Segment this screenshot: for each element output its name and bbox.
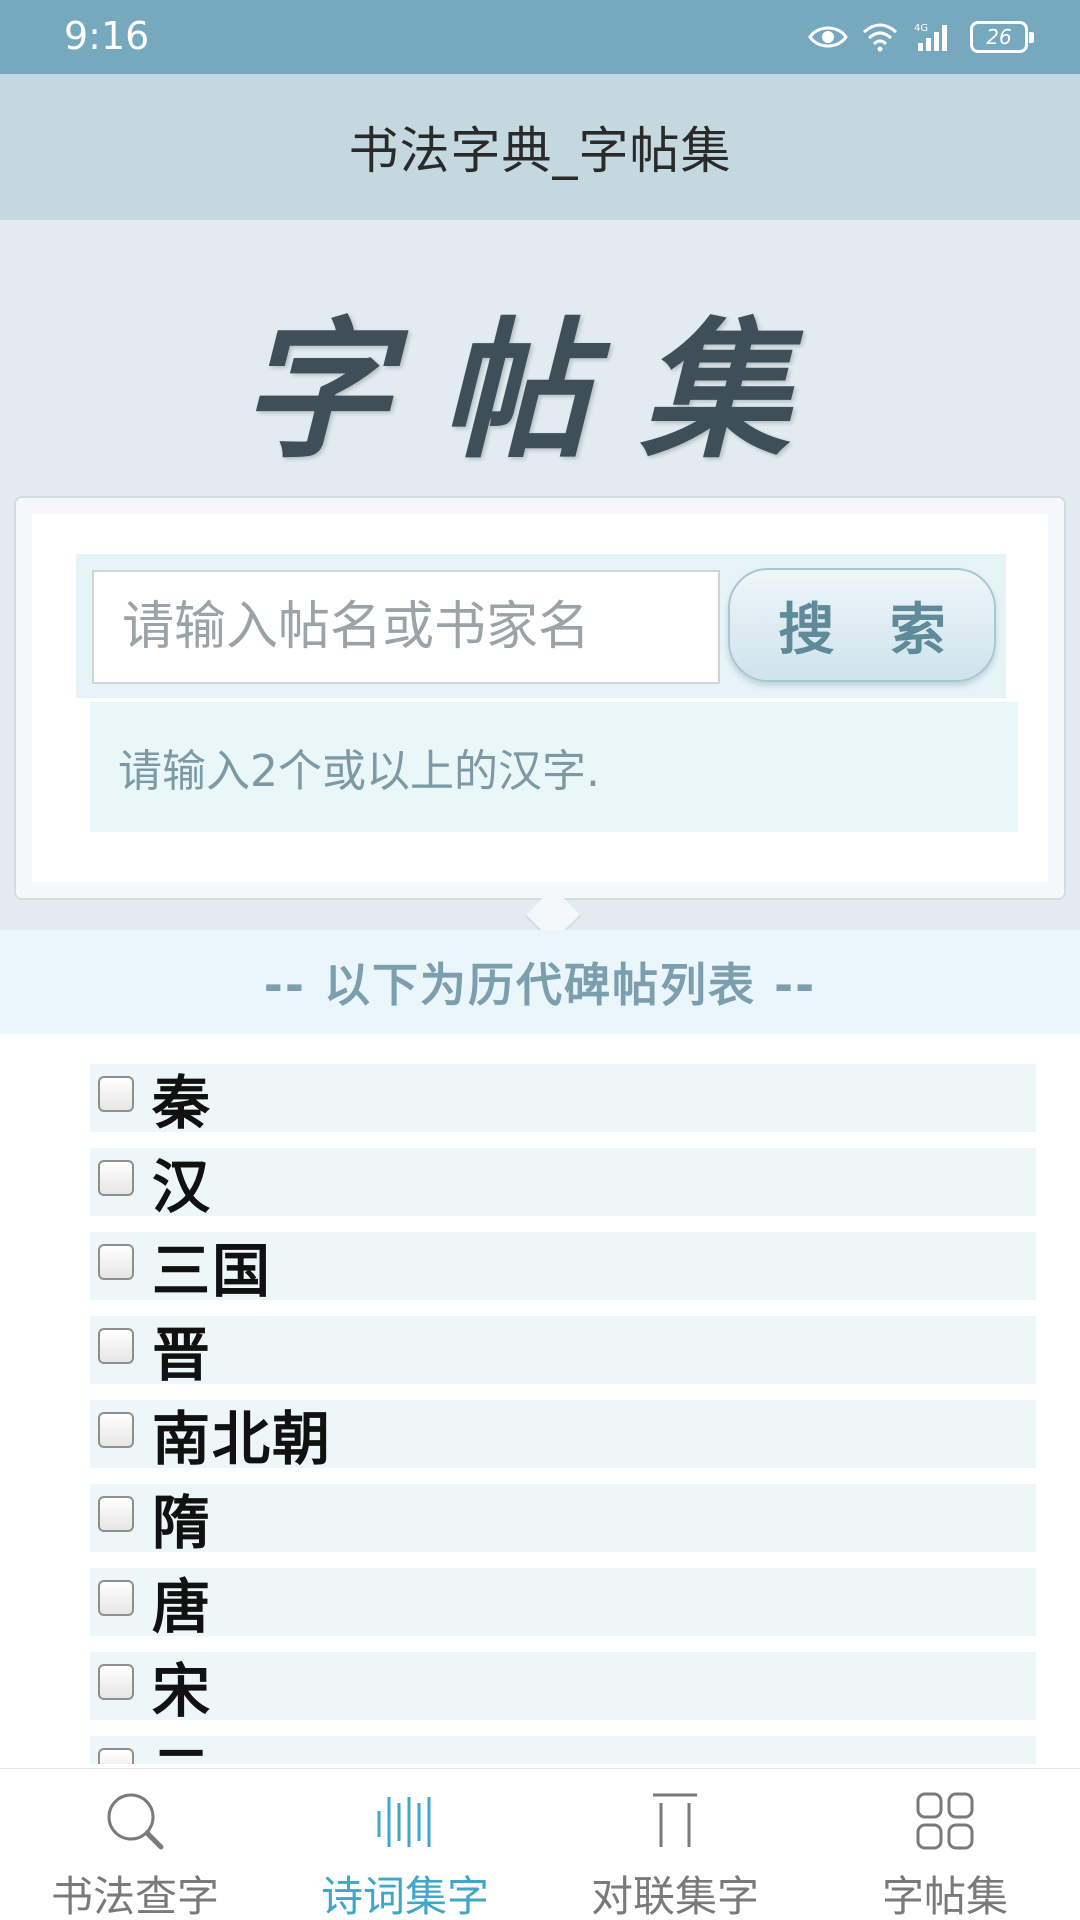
battery-level: 26 <box>986 25 1012 49</box>
list-item[interactable]: 晋 <box>90 1316 1036 1389</box>
search-icon <box>103 1789 167 1853</box>
poem-icon <box>373 1789 437 1853</box>
search-hint: 请输入2个或以上的汉字. <box>90 702 1018 832</box>
status-bar: 9:16 4G 26 <box>0 0 1080 74</box>
nav-label: 书法查字 <box>50 1872 219 1920</box>
list-item-label: 元 <box>152 1728 212 1764</box>
checkbox[interactable] <box>98 1748 134 1764</box>
list-item-label: 晋 <box>152 1321 213 1389</box>
app-logo: 字帖集 <box>239 303 840 479</box>
list-heading-bar: -- 以下为历代碑帖列表 -- <box>0 930 1080 1034</box>
checkbox[interactable] <box>98 1664 134 1700</box>
nav-item-search[interactable]: 书法查字 <box>0 1769 270 1920</box>
list-item[interactable]: 隋 <box>90 1484 1036 1557</box>
page-title: 书法字典_字帖集 <box>348 122 732 180</box>
checkbox[interactable] <box>98 1160 134 1196</box>
battery-icon: 26 <box>970 21 1034 53</box>
list-item-label: 三国 <box>152 1237 273 1305</box>
bottom-nav: 书法查字 诗词集字 对联集字 字帖集 <box>0 1768 1080 1920</box>
banner: 字帖集 搜 索 请输入2个或以上的汉字. <box>0 220 1080 945</box>
list-item-label: 南北朝 <box>152 1405 333 1473</box>
search-input[interactable] <box>92 570 720 684</box>
checkbox[interactable] <box>98 1076 134 1112</box>
list-item-label: 汉 <box>152 1153 213 1221</box>
app-header: 书法字典_字帖集 <box>0 74 1080 220</box>
couplet-icon <box>643 1789 707 1853</box>
search-row: 搜 索 <box>76 554 1006 698</box>
list-item[interactable]: 汉 <box>90 1148 1036 1221</box>
list-item-label: 唐 <box>152 1573 213 1641</box>
nav-label: 对联集字 <box>590 1872 759 1920</box>
status-time: 9:16 <box>64 14 150 58</box>
signal-icon: 4G <box>912 21 956 53</box>
list-item[interactable]: 元 <box>90 1736 1036 1764</box>
status-icons: 4G 26 <box>808 16 1034 58</box>
list-item[interactable]: 秦 <box>90 1064 1036 1137</box>
dynasty-list: 秦 汉 三国 晋 南北朝 隋 唐 宋 元 <box>90 1064 1036 1764</box>
search-card: 搜 索 请输入2个或以上的汉字. <box>14 496 1066 900</box>
nav-item-poem[interactable]: 诗词集字 <box>270 1769 540 1920</box>
checkbox[interactable] <box>98 1496 134 1532</box>
list-item[interactable]: 唐 <box>90 1568 1036 1641</box>
checkbox[interactable] <box>98 1244 134 1280</box>
list-item-label: 宋 <box>152 1657 213 1725</box>
list-heading: -- 以下为历代碑帖列表 -- <box>263 958 817 1012</box>
network-type-label: 4G <box>914 23 928 34</box>
grid-icon <box>913 1789 977 1853</box>
nav-label: 诗词集字 <box>320 1872 489 1920</box>
checkbox[interactable] <box>98 1328 134 1364</box>
wifi-icon <box>862 22 898 52</box>
list-item-label: 秦 <box>152 1069 213 1137</box>
list-item[interactable]: 宋 <box>90 1652 1036 1725</box>
search-button[interactable]: 搜 索 <box>728 568 996 682</box>
eye-icon <box>808 23 848 51</box>
list-item[interactable]: 南北朝 <box>90 1400 1036 1473</box>
list-item-label: 隋 <box>152 1489 213 1557</box>
checkbox[interactable] <box>98 1580 134 1616</box>
nav-item-copybook[interactable]: 字帖集 <box>810 1769 1080 1920</box>
nav-item-couplet[interactable]: 对联集字 <box>540 1769 810 1920</box>
search-card-body: 搜 索 请输入2个或以上的汉字. <box>32 514 1048 882</box>
nav-label: 字帖集 <box>881 1872 1008 1920</box>
checkbox[interactable] <box>98 1412 134 1448</box>
list-item[interactable]: 三国 <box>90 1232 1036 1305</box>
